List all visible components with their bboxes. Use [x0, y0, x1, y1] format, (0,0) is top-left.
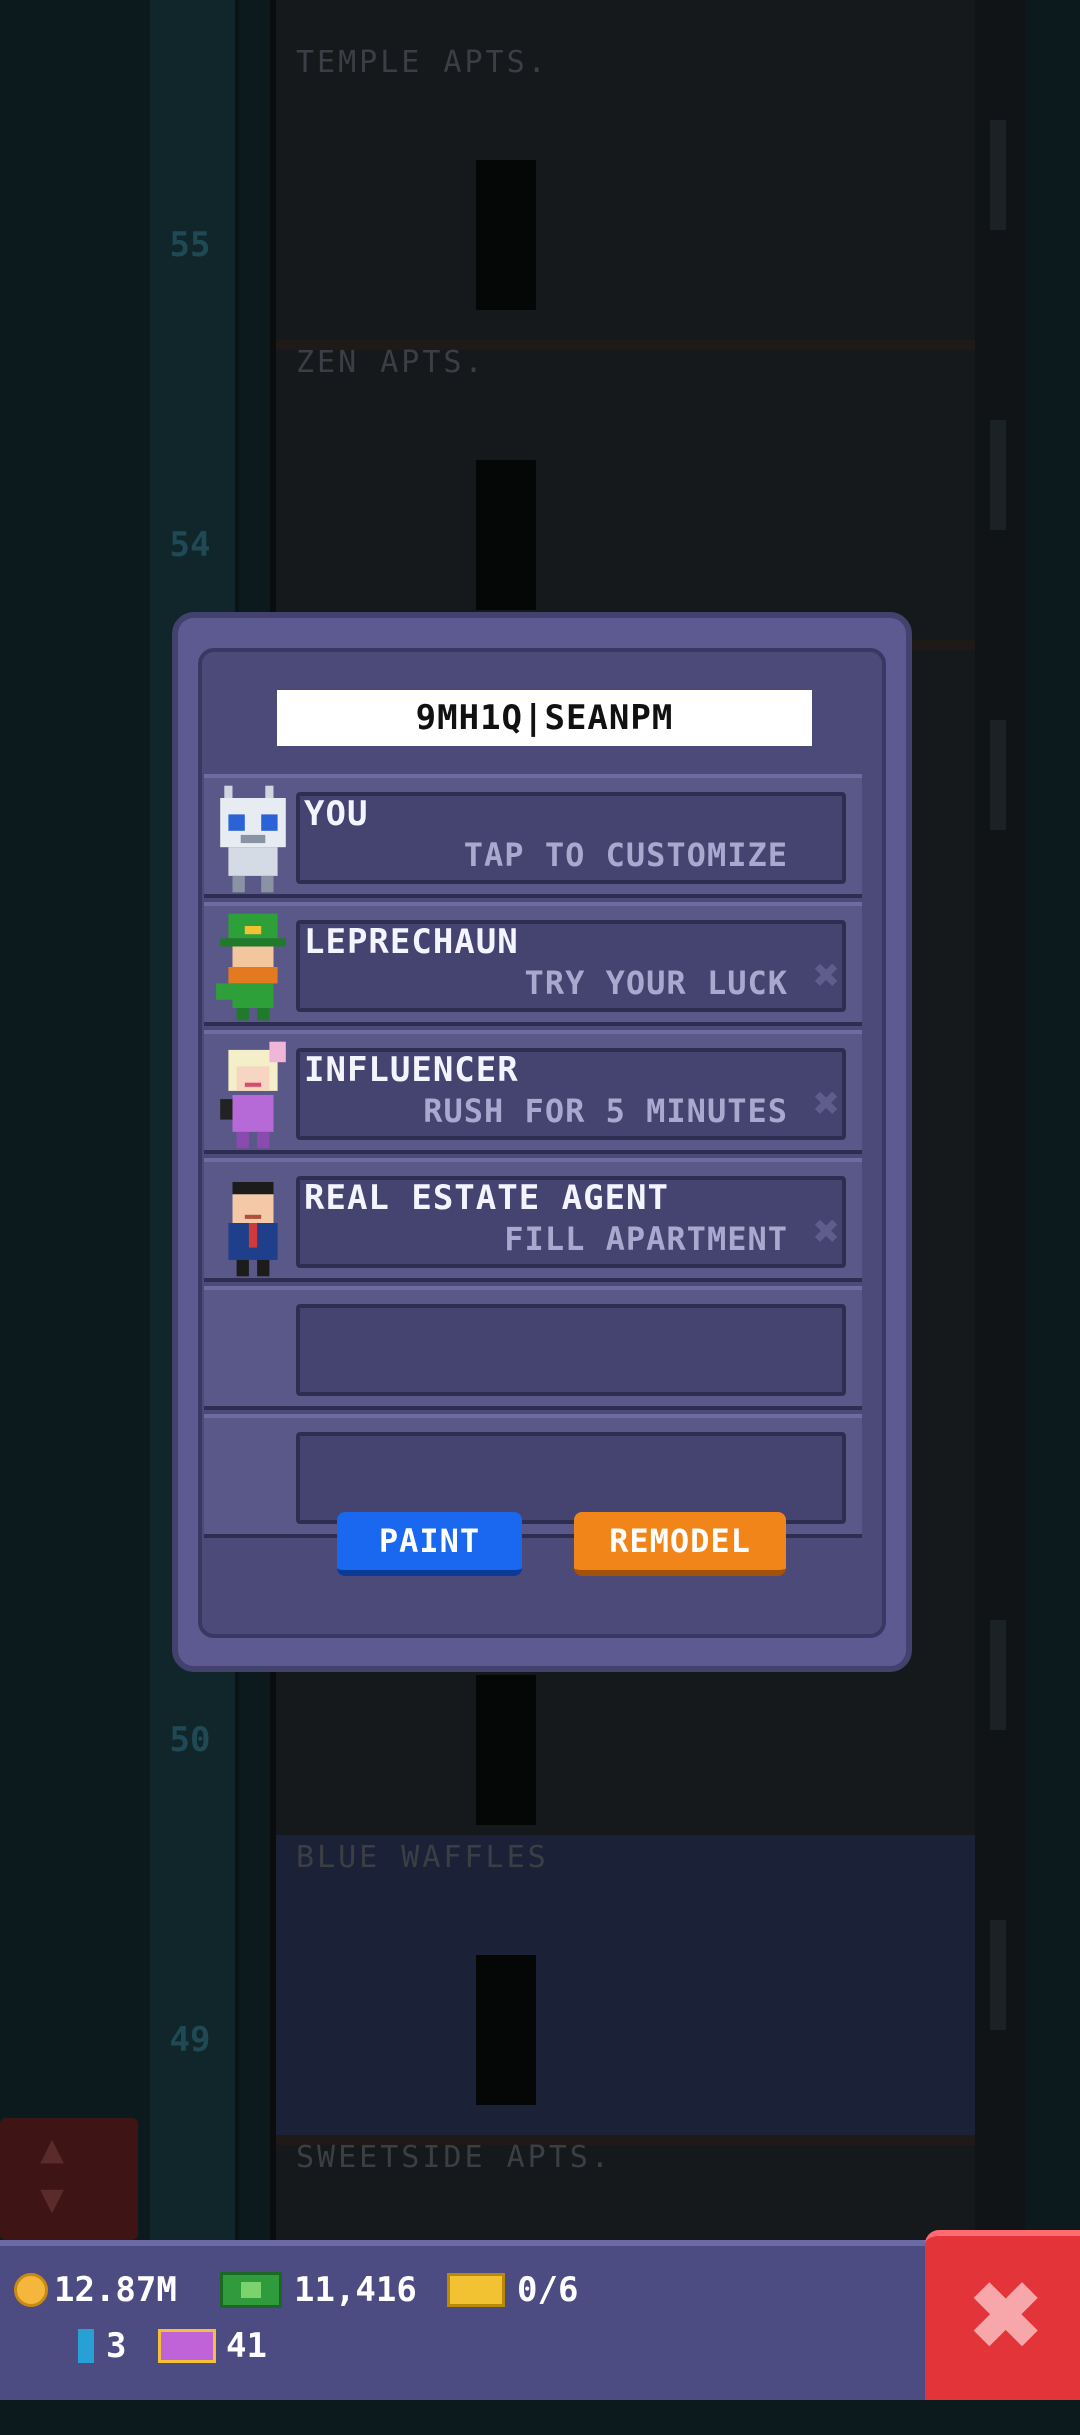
resident-slot-leprechaun[interactable]: LEPRECHAUN TRY YOUR LUCK ✖: [204, 902, 862, 1026]
elevator-down-icon: ▼: [40, 2176, 65, 2222]
floor-number: 55: [169, 225, 211, 265]
slot-subtitle: RUSH FOR 5 MINUTES: [423, 1092, 788, 1130]
slot-subtitle: TRY YOUR LUCK: [524, 964, 788, 1002]
cash-value: 11,416: [294, 2270, 417, 2310]
vip-value: 41: [226, 2326, 267, 2366]
floor-name-input[interactable]: [277, 690, 812, 746]
rail-slot: [990, 120, 1006, 230]
resident-slot-agent[interactable]: REAL ESTATE AGENT FILL APARTMENT ✖: [204, 1158, 862, 1282]
elevator-door: [476, 460, 536, 610]
elevator-door: [476, 1675, 536, 1825]
robot-avatar-icon: [220, 785, 286, 893]
leprechaun-avatar-icon: [216, 913, 286, 1021]
slot-title: YOU: [304, 794, 369, 834]
remove-icon[interactable]: ✖: [814, 1078, 841, 1129]
tickets-value: 0/6: [517, 2270, 579, 2310]
resident-slot-influencer[interactable]: INFLUENCER RUSH FOR 5 MINUTES ✖: [204, 1030, 862, 1154]
slot-subtitle: TAP TO CUSTOMIZE: [463, 836, 788, 874]
elevator-door: [476, 1955, 536, 2105]
dialog-panel: YOU TAP TO CUSTOMIZE LEPRECHAUN TRY YOUR…: [198, 648, 886, 1638]
vip-counter: 41: [158, 2326, 267, 2366]
elevator-door: [476, 160, 536, 310]
rail-slot: [990, 1920, 1006, 2030]
floor-number: 54: [169, 525, 211, 565]
bitizen-icon: [78, 2329, 94, 2363]
bitizens-value: 3: [106, 2326, 127, 2366]
floor-number: 49: [169, 2020, 211, 2060]
resident-slot-empty[interactable]: [204, 1286, 862, 1410]
paint-button[interactable]: PAINT: [337, 1512, 522, 1576]
vip-icon: [158, 2329, 216, 2363]
bitizens-counter: 3: [78, 2326, 126, 2366]
influencer-avatar-icon: [220, 1041, 286, 1149]
rail-slot: [990, 1620, 1006, 1730]
slot-box: [296, 1432, 846, 1524]
floor-label: BLUE WAFFLES: [296, 1840, 549, 1875]
remodel-button[interactable]: REMODEL: [574, 1512, 786, 1576]
floor-label: SWEETSIDE APTS.: [296, 2140, 612, 2175]
remove-icon[interactable]: ✖: [814, 1206, 841, 1257]
resource-bar: 12.87M 11,416 0/6 3 41: [0, 2240, 930, 2400]
ticket-icon: [447, 2273, 505, 2307]
elevator-up-icon: ▲: [40, 2126, 65, 2172]
floor-number: 50: [169, 1720, 211, 1760]
coin-icon: [14, 2273, 48, 2307]
elevator-control-button[interactable]: ▲ ▼: [0, 2118, 138, 2240]
floor-label: TEMPLE APTS.: [296, 45, 549, 80]
floor-temple: TEMPLE APTS.: [276, 40, 981, 350]
floor-blue-waffles: BLUE WAFFLES: [276, 1835, 981, 2145]
rail-slot: [990, 720, 1006, 830]
rail-slot: [990, 420, 1006, 530]
slot-title: LEPRECHAUN: [304, 922, 519, 962]
coins-value: 12.87M: [54, 2270, 177, 2310]
floor-dialog: YOU TAP TO CUSTOMIZE LEPRECHAUN TRY YOUR…: [172, 612, 912, 1672]
agent-avatar-icon: [228, 1182, 278, 1277]
floor-label: ZEN APTS.: [296, 345, 486, 380]
slot-title: INFLUENCER: [304, 1050, 519, 1090]
resident-slot-you[interactable]: YOU TAP TO CUSTOMIZE: [204, 774, 862, 898]
close-button[interactable]: ✖: [925, 2230, 1080, 2400]
side-rail: [975, 0, 1025, 2240]
remove-icon[interactable]: ✖: [814, 950, 841, 1001]
cash-icon: [220, 2272, 282, 2308]
slot-subtitle: FILL APARTMENT: [504, 1220, 788, 1258]
slot-box: [296, 1304, 846, 1396]
slot-title: REAL ESTATE AGENT: [304, 1178, 669, 1218]
floor-zen: ZEN APTS.: [276, 340, 981, 650]
coins-counter: 12.87M: [14, 2270, 177, 2310]
tickets-counter: 0/6: [447, 2270, 578, 2310]
close-icon: ✖: [968, 2267, 1044, 2367]
cash-counter: 11,416: [220, 2270, 417, 2310]
